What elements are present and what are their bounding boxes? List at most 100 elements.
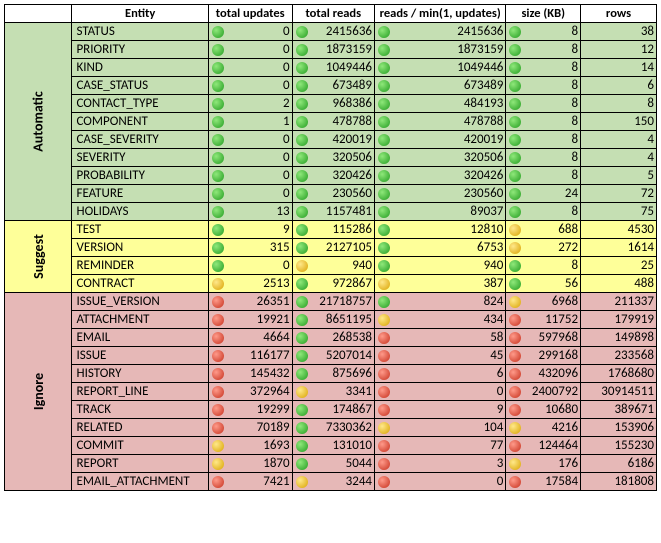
size-cell: 299168 [506, 347, 581, 365]
size-cell: 17584 [506, 473, 581, 491]
status-dot-r [212, 368, 224, 380]
status-dot-r [212, 404, 224, 416]
size-cell: 432096 [506, 365, 581, 383]
reads-cell: 5207014 [292, 347, 374, 365]
ratio-cell: 9 [375, 401, 506, 419]
ratio-cell: 0 [375, 473, 506, 491]
reads-cell: 131010 [292, 437, 374, 455]
entity-cell: EMAIL_ATTACHMENT [72, 473, 208, 491]
status-dot-g [296, 152, 308, 164]
ratio-cell: 89037 [375, 203, 506, 221]
reads-cell: 875696 [292, 365, 374, 383]
status-dot-r [509, 440, 521, 452]
entity-cell: ATTACHMENT [72, 311, 208, 329]
table-row: VERSION315212710567532721614 [5, 239, 657, 257]
status-dot-g [296, 422, 308, 434]
reads-cell: 7330362 [292, 419, 374, 437]
rows-cell: 488 [581, 275, 657, 293]
status-dot-g [509, 152, 521, 164]
ratio-cell: 320426 [375, 167, 506, 185]
size-cell: 8 [506, 95, 581, 113]
table-row: ATTACHMENT19921865119543411752179919 [5, 311, 657, 329]
entity-cell: EMAIL [72, 329, 208, 347]
table-row: ISSUE116177520701445299168233568 [5, 347, 657, 365]
reads-cell: 320426 [292, 167, 374, 185]
ratio-cell: 3 [375, 455, 506, 473]
updates-cell: 0 [208, 41, 292, 59]
size-cell: 2400792 [506, 383, 581, 401]
status-dot-r [378, 386, 390, 398]
status-dot-g [212, 224, 224, 236]
updates-cell: 0 [208, 77, 292, 95]
entity-cell: ISSUE_VERSION [72, 293, 208, 311]
status-dot-g [378, 260, 390, 272]
status-dot-g [296, 368, 308, 380]
status-dot-y [509, 422, 521, 434]
ratio-cell: 824 [375, 293, 506, 311]
entity-cell: HISTORY [72, 365, 208, 383]
status-dot-g [296, 188, 308, 200]
table-row: REPORT_LINE37296433410240079230914511 [5, 383, 657, 401]
updates-cell: 315 [208, 239, 292, 257]
status-dot-g [296, 314, 308, 326]
rows-cell: 153906 [581, 419, 657, 437]
table-row: SuggestTEST9115286128106884530 [5, 221, 657, 239]
status-dot-g [378, 224, 390, 236]
size-cell: 56 [506, 275, 581, 293]
entity-cell: CASE_SEVERITY [72, 131, 208, 149]
table-row: EMAIL_ATTACHMENT74213244017584181808 [5, 473, 657, 491]
ratio-cell: 434 [375, 311, 506, 329]
rows-cell: 25 [581, 257, 657, 275]
status-dot-g [378, 116, 390, 128]
updates-cell: 372964 [208, 383, 292, 401]
status-dot-g [212, 206, 224, 218]
updates-cell: 0 [208, 131, 292, 149]
status-dot-r [509, 332, 521, 344]
status-dot-g [296, 80, 308, 92]
size-cell: 124464 [506, 437, 581, 455]
reads-cell: 21718757 [292, 293, 374, 311]
reads-cell: 1157481 [292, 203, 374, 221]
rows-cell: 12 [581, 41, 657, 59]
updates-cell: 1 [208, 113, 292, 131]
table-row: HOLIDAYS13115748189037875 [5, 203, 657, 221]
status-dot-g [509, 134, 521, 146]
table-row: TRACK19299174867910680389671 [5, 401, 657, 419]
ratio-cell: 484193 [375, 95, 506, 113]
status-dot-g [212, 134, 224, 146]
reads-cell: 2127105 [292, 239, 374, 257]
table-row: CASE_STATUS067348967348986 [5, 77, 657, 95]
status-dot-g [296, 278, 308, 290]
ratio-cell: 58 [375, 329, 506, 347]
entity-cell: SEVERITY [72, 149, 208, 167]
entity-cell: REMINDER [72, 257, 208, 275]
status-dot-g [296, 242, 308, 254]
updates-cell: 0 [208, 59, 292, 77]
size-cell: 8 [506, 203, 581, 221]
entity-cell: REPORT [72, 455, 208, 473]
reads-cell: 972867 [292, 275, 374, 293]
rows-cell: 14 [581, 59, 657, 77]
status-dot-g [212, 170, 224, 182]
rows-cell: 6186 [581, 455, 657, 473]
updates-cell: 19299 [208, 401, 292, 419]
status-dot-r [509, 350, 521, 362]
status-dot-g [296, 332, 308, 344]
updates-cell: 0 [208, 149, 292, 167]
reads-cell: 320506 [292, 149, 374, 167]
ratio-cell: 1873159 [375, 41, 506, 59]
header-reads: total reads [292, 5, 374, 23]
table-row: CASE_SEVERITY042001942001984 [5, 131, 657, 149]
size-cell: 8 [506, 131, 581, 149]
status-dot-y [378, 314, 390, 326]
entity-cell: STATUS [72, 23, 208, 41]
status-dot-g [378, 62, 390, 74]
size-cell: 8 [506, 77, 581, 95]
rows-cell: 1614 [581, 239, 657, 257]
rows-cell: 72 [581, 185, 657, 203]
ratio-cell: 6 [375, 365, 506, 383]
status-dot-y [378, 422, 390, 434]
size-cell: 176 [506, 455, 581, 473]
status-dot-g [509, 62, 521, 74]
ratio-cell: 940 [375, 257, 506, 275]
